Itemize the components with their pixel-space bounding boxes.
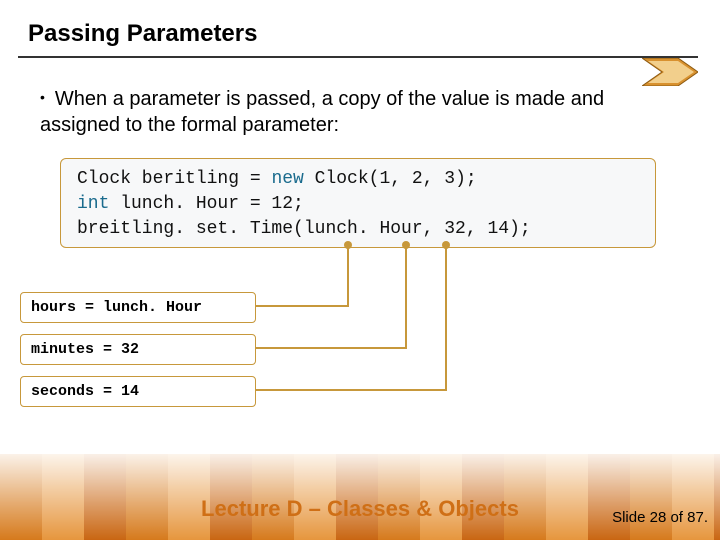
label-seconds: seconds = 14: [20, 376, 256, 407]
label-minutes: minutes = 32: [20, 334, 256, 365]
bullet-content: When a parameter is passed, a copy of th…: [40, 88, 604, 136]
label-hours: hours = lunch. Hour: [20, 292, 256, 323]
slide-number: Slide 28 of 87.: [612, 509, 708, 526]
code-line-2: int lunch. Hour = 12;: [77, 192, 639, 217]
code-line-3: breitling. set. Time(lunch. Hour, 32, 14…: [77, 217, 639, 242]
bullet-dot-icon: •: [40, 89, 45, 105]
code-line-1: Clock beritling = new Clock(1, 2, 3);: [77, 167, 639, 192]
code-block: Clock beritling = new Clock(1, 2, 3); in…: [60, 158, 656, 248]
bullet-text: •When a parameter is passed, a copy of t…: [40, 86, 680, 138]
arrow-accent-icon: [642, 58, 698, 86]
slide-title: Passing Parameters: [28, 20, 257, 48]
title-rule: [18, 56, 698, 58]
footer-bar: Lecture D – Classes & Objects Slide 28 o…: [0, 454, 720, 540]
